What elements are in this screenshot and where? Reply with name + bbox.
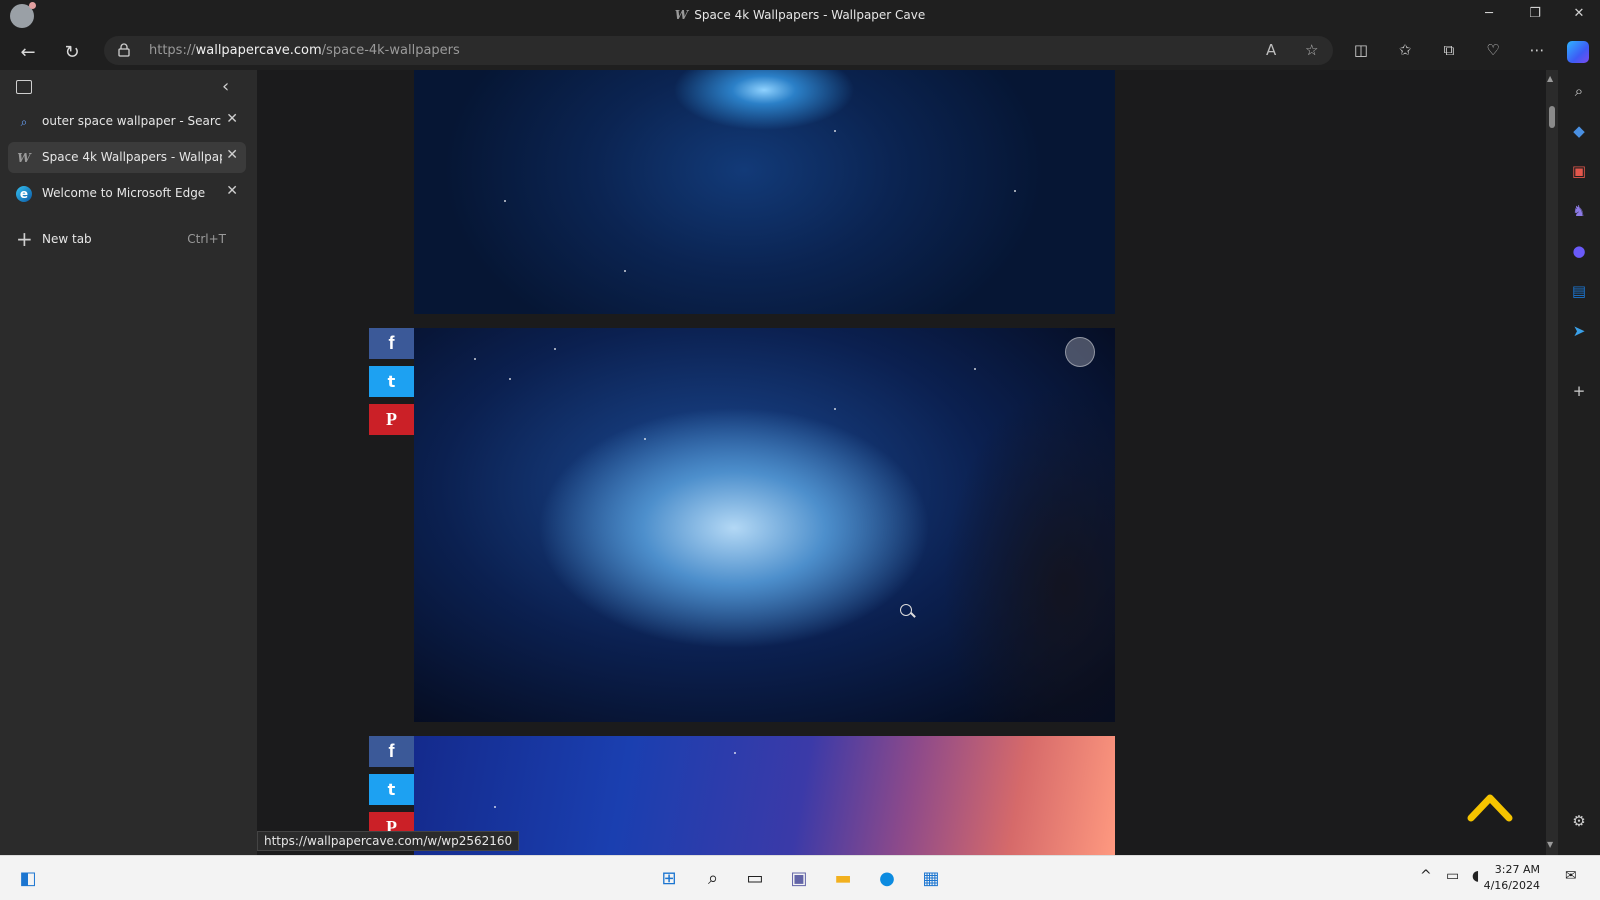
outlook-icon[interactable]: ▤ xyxy=(1568,280,1590,302)
settings-icon[interactable]: ⚙ xyxy=(1568,810,1590,832)
task-view-icon[interactable]: ▭ xyxy=(742,866,768,892)
notifications-icon[interactable]: ✉ xyxy=(1565,868,1577,884)
store-icon[interactable]: ▦ xyxy=(918,866,944,892)
teams-chat-icon[interactable]: ▣ xyxy=(786,866,812,892)
file-explorer-icon[interactable]: ▬ xyxy=(830,866,856,892)
tab-actions-icon[interactable] xyxy=(16,80,32,94)
minimize-button[interactable]: ─ xyxy=(1466,6,1512,28)
status-bar-url: https://wallpapercave.com/w/wp2562160 xyxy=(257,831,520,851)
vertical-tabs-sidebar: ‹ ⌕ outer space wallpaper - Search ✕ W S… xyxy=(0,70,257,855)
search-favicon-icon: ⌕ xyxy=(20,115,28,129)
twitter-share-button[interactable]: t xyxy=(369,366,414,397)
split-screen-icon[interactable]: ◫ xyxy=(1348,41,1374,63)
facebook-share-button[interactable]: f xyxy=(369,736,414,767)
url-host: wallpapercave.com xyxy=(195,43,322,58)
wallpaper-cave-favicon-icon: W xyxy=(17,151,31,165)
navigation-bar: ← ↻ https://wallpapercave.com/space-4k-w… xyxy=(0,33,1600,70)
copilot-icon[interactable] xyxy=(1567,41,1589,63)
edge-sidebar: ⌕ ◆ ▣ ♞ ● ▤ ➤ + ⚙ xyxy=(1558,70,1600,855)
tab-welcome-edge[interactable]: e Welcome to Microsoft Edge ✕ xyxy=(8,178,246,209)
zoom-cursor-icon xyxy=(900,604,912,616)
twitter-share-button[interactable]: t xyxy=(369,774,414,805)
address-bar[interactable]: https://wallpapercave.com/space-4k-wallp… xyxy=(104,36,1333,65)
clock-time: 3:27 AM xyxy=(1494,863,1540,876)
widgets-icon[interactable]: ◧ xyxy=(15,866,41,892)
edge-favicon-icon: e xyxy=(16,186,32,202)
tab-search[interactable]: ⌕ outer space wallpaper - Search ✕ xyxy=(8,106,246,137)
favorite-star-icon[interactable]: ☆ xyxy=(1305,41,1318,59)
taskbar: ◧ ⊞ ⌕ ▭ ▣ ▬ ● ▦ ^ ▭ ◖ 3:27 AM 4/16/2024 … xyxy=(0,855,1600,900)
search-icon[interactable]: ⌕ xyxy=(700,866,726,892)
close-tab-icon[interactable]: ✕ xyxy=(226,147,238,163)
visual-search-icon[interactable] xyxy=(1065,337,1095,367)
url-text[interactable]: https://wallpapercave.com/space-4k-wallp… xyxy=(149,43,460,58)
scroll-to-top-icon[interactable] xyxy=(1467,792,1513,822)
close-window-button[interactable]: ✕ xyxy=(1556,6,1600,28)
new-tab-button[interactable]: + New tab Ctrl+T xyxy=(8,224,246,254)
collapse-pane-icon[interactable]: ‹ xyxy=(222,76,229,97)
favorites-icon[interactable]: ✩ xyxy=(1392,41,1418,63)
facebook-share-button[interactable]: f xyxy=(369,328,414,359)
close-tab-icon[interactable]: ✕ xyxy=(226,111,238,127)
refresh-button[interactable]: ↻ xyxy=(58,39,86,67)
shopping-icon[interactable]: ◆ xyxy=(1568,120,1590,142)
wallpaper-image-main[interactable] xyxy=(414,328,1115,722)
restore-button[interactable]: ❐ xyxy=(1512,6,1558,28)
new-tab-label: New tab xyxy=(42,232,92,246)
start-icon[interactable]: ⊞ xyxy=(656,866,682,892)
tab-label: outer space wallpaper - Search xyxy=(42,114,222,128)
send-icon[interactable]: ➤ xyxy=(1568,320,1590,342)
site-logo-icon: W xyxy=(674,8,689,22)
tools-icon[interactable]: ▣ xyxy=(1568,160,1590,182)
url-path: /space-4k-wallpapers xyxy=(321,43,460,58)
copilot-icon[interactable]: ● xyxy=(1568,240,1590,262)
tab-label: Welcome to Microsoft Edge xyxy=(42,186,206,200)
window-title: W Space 4k Wallpapers - Wallpaper Cave xyxy=(0,8,1600,22)
scroll-up-arrow-icon[interactable]: ▲ xyxy=(1547,74,1553,83)
tab-wallpaper-cave[interactable]: W Space 4k Wallpapers - Wallpaper Cave ✕ xyxy=(8,142,246,173)
clock-date: 4/16/2024 xyxy=(1483,879,1540,892)
games-icon[interactable]: ♞ xyxy=(1568,200,1590,222)
read-aloud-icon[interactable]: A xyxy=(1266,41,1276,59)
page-scrollbar[interactable]: ▲ ▼ xyxy=(1546,70,1558,855)
tab-label: Space 4k Wallpapers - Wallpaper Cave xyxy=(42,150,222,164)
window-title-text: Space 4k Wallpapers - Wallpaper Cave xyxy=(694,8,926,22)
wallpaper-image[interactable] xyxy=(414,70,1115,314)
page-content: f t P f t P xyxy=(257,70,1557,855)
performance-icon[interactable]: ♡ xyxy=(1480,41,1506,63)
search-icon[interactable]: ⌕ xyxy=(1568,80,1590,102)
back-button[interactable]: ← xyxy=(14,39,42,67)
close-tab-icon[interactable]: ✕ xyxy=(226,183,238,199)
new-tab-shortcut: Ctrl+T xyxy=(187,232,226,246)
title-bar: W Space 4k Wallpapers - Wallpaper Cave ─ … xyxy=(0,0,1600,33)
network-icon[interactable]: ▭ xyxy=(1446,868,1459,884)
plus-icon: + xyxy=(16,227,33,251)
volume-icon[interactable]: ◖ xyxy=(1472,868,1479,884)
edge-taskbar-icon[interactable]: ● xyxy=(874,866,900,892)
url-scheme: https:// xyxy=(149,43,196,58)
lock-icon[interactable] xyxy=(118,43,130,57)
scrollbar-thumb[interactable] xyxy=(1549,106,1555,128)
scroll-down-arrow-icon[interactable]: ▼ xyxy=(1547,840,1553,849)
pinterest-share-button[interactable]: P xyxy=(369,404,414,435)
tray-expand-icon[interactable]: ^ xyxy=(1420,868,1432,884)
collections-icon[interactable]: ⧉ xyxy=(1436,41,1462,63)
add-icon[interactable]: + xyxy=(1568,380,1590,402)
more-options-icon[interactable]: ⋯ xyxy=(1524,41,1550,63)
system-clock[interactable]: 3:27 AM 4/16/2024 xyxy=(1484,862,1540,894)
